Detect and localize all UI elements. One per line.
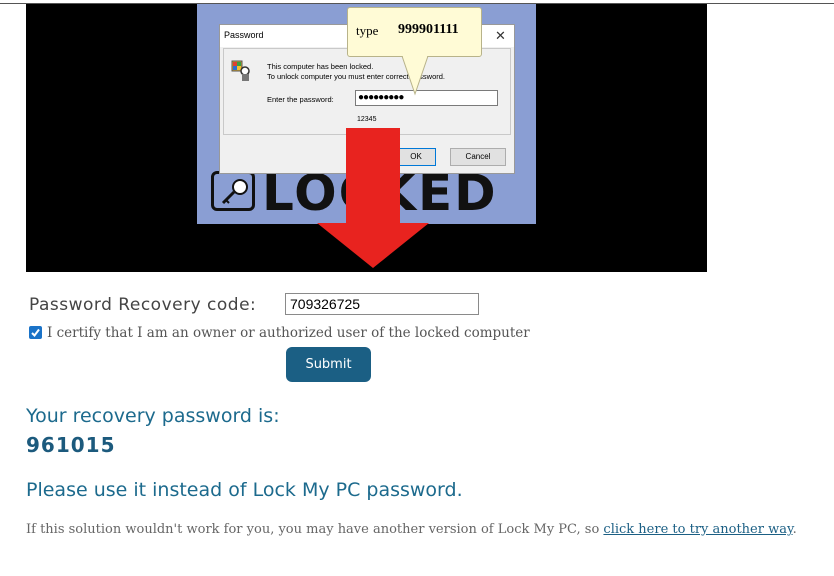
certify-label: I certify that I am an owner or authoriz… [47, 325, 530, 341]
password-label: Enter the password: [267, 95, 334, 104]
callout-pointer-icon [401, 56, 429, 96]
dialog-message-line1: This computer has been locked. [267, 62, 374, 71]
instruction-callout: type 999901111 [347, 7, 482, 57]
footer-suffix: . [792, 522, 797, 537]
result-heading: Your recovery password is: [26, 405, 280, 427]
certify-checkbox[interactable] [29, 326, 42, 339]
key-icon [211, 171, 255, 211]
recovery-password-value: 961015 [26, 433, 116, 457]
red-down-arrow-icon [317, 128, 429, 268]
submit-button[interactable]: Submit [286, 347, 371, 382]
close-icon[interactable]: ✕ [495, 28, 506, 44]
password-hint: 12345 [357, 116, 377, 123]
recovery-code-input[interactable] [285, 293, 479, 315]
recovery-code-label: Password Recovery code: [29, 295, 257, 315]
footer-prefix: If this solution wouldn't work for you, … [26, 522, 604, 537]
dialog-title: Password [224, 30, 264, 40]
callout-value: 999901111 [398, 22, 459, 37]
checkmark-icon [31, 328, 40, 338]
cancel-button[interactable]: Cancel [450, 148, 506, 166]
result-instruction: Please use it instead of Lock My PC pass… [26, 479, 463, 501]
try-another-way-link[interactable]: click here to try another way [603, 522, 792, 537]
lock-user-icon [231, 60, 250, 81]
callout-type-label: type [356, 23, 379, 38]
footer-note: If this solution wouldn't work for you, … [26, 522, 797, 537]
